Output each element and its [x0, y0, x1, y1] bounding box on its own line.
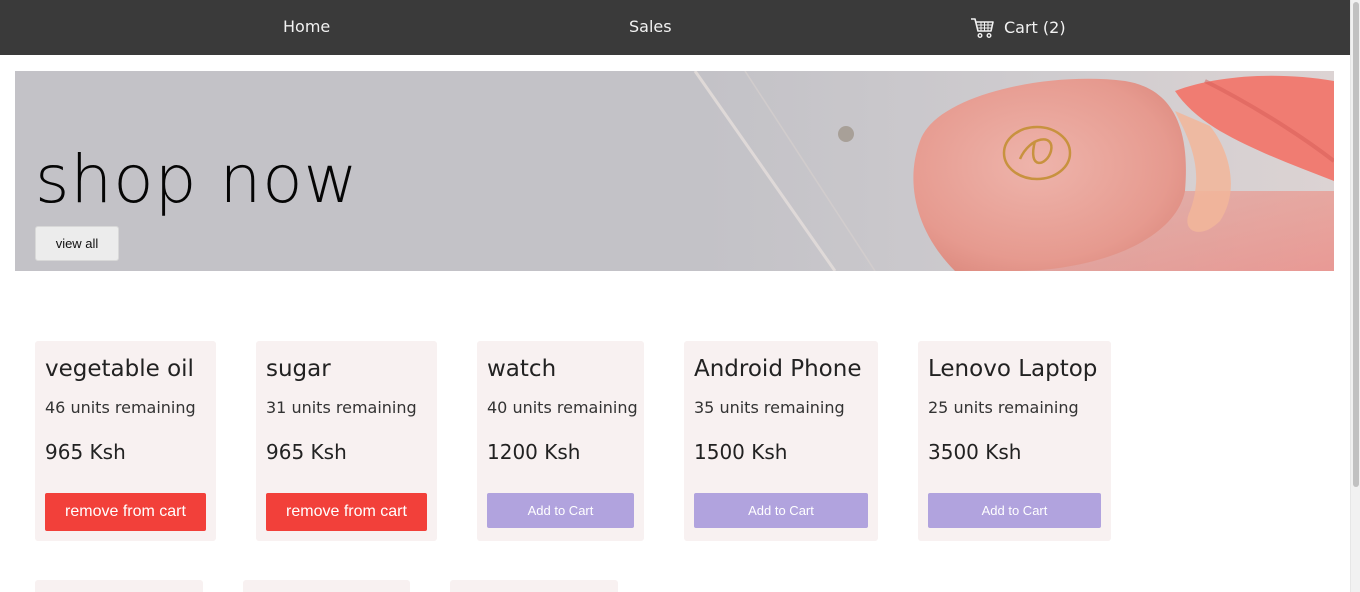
- product-card-partial: [243, 580, 410, 592]
- page-scrollbar[interactable]: [1350, 0, 1360, 592]
- nav-sales-link[interactable]: Sales: [629, 0, 672, 55]
- shopping-cart-icon: [971, 17, 994, 38]
- top-navbar: Home Sales Cart (2): [0, 0, 1350, 55]
- product-name: sugar: [266, 356, 331, 382]
- remove-from-cart-button[interactable]: remove from cart: [45, 493, 206, 531]
- product-name: vegetable oil: [45, 356, 194, 382]
- product-card: watch 40 units remaining 1200 Ksh Add to…: [477, 341, 644, 541]
- cart-label: Cart (2): [1004, 17, 1066, 37]
- product-stock: 31 units remaining: [266, 398, 417, 417]
- product-price: 3500 Ksh: [928, 440, 1022, 464]
- product-card-partial: [35, 580, 203, 592]
- nav-home-link[interactable]: Home: [283, 0, 330, 55]
- hero-banner: shop now view all: [15, 71, 1334, 271]
- product-name: watch: [487, 356, 557, 382]
- product-stock: 25 units remaining: [928, 398, 1079, 417]
- hero-title: shop now: [35, 141, 359, 218]
- product-stock: 40 units remaining: [487, 398, 638, 417]
- product-card: vegetable oil 46 units remaining 965 Ksh…: [35, 341, 216, 541]
- product-price: 1200 Ksh: [487, 440, 581, 464]
- product-price: 1500 Ksh: [694, 440, 788, 464]
- add-to-cart-button[interactable]: Add to Cart: [487, 493, 634, 528]
- scrollbar-thumb[interactable]: [1353, 2, 1359, 487]
- add-to-cart-button[interactable]: Add to Cart: [928, 493, 1101, 528]
- product-card: Lenovo Laptop 25 units remaining 3500 Ks…: [918, 341, 1111, 541]
- product-stock: 35 units remaining: [694, 398, 845, 417]
- product-card: Android Phone 35 units remaining 1500 Ks…: [684, 341, 878, 541]
- view-all-button[interactable]: view all: [35, 226, 119, 261]
- product-card: sugar 31 units remaining 965 Ksh remove …: [256, 341, 437, 541]
- product-name: Android Phone: [694, 356, 862, 382]
- product-price: 965 Ksh: [45, 440, 126, 464]
- nav-cart-link[interactable]: Cart (2): [970, 0, 1066, 55]
- remove-from-cart-button[interactable]: remove from cart: [266, 493, 427, 531]
- product-name: Lenovo Laptop: [928, 356, 1098, 382]
- add-to-cart-button[interactable]: Add to Cart: [694, 493, 868, 528]
- product-card-partial: [450, 580, 618, 592]
- product-stock: 46 units remaining: [45, 398, 196, 417]
- product-price: 965 Ksh: [266, 440, 347, 464]
